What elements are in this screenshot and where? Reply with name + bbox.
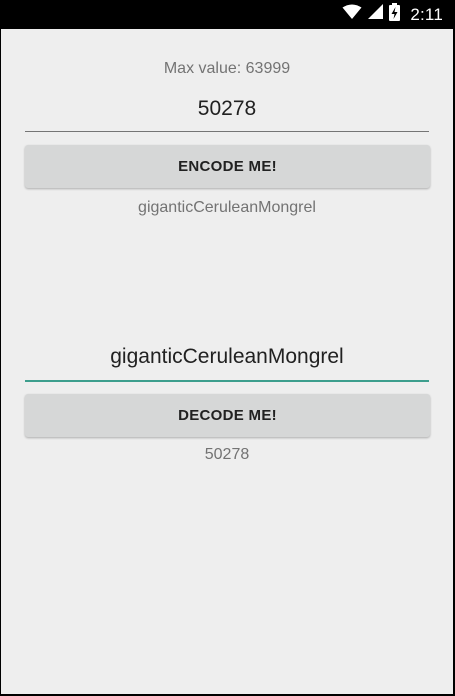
- number-input-value: 50278: [197, 97, 257, 120]
- encode-result: giganticCeruleanMongrel: [138, 199, 316, 216]
- status-bar: 2:11: [0, 0, 455, 29]
- status-time: 2:11: [410, 4, 443, 24]
- battery-charging-icon: [389, 3, 401, 26]
- decode-button[interactable]: DECODE ME!: [25, 394, 430, 437]
- name-input[interactable]: giganticCeruleanMongrel: [25, 345, 429, 382]
- wifi-icon: [342, 4, 362, 25]
- decode-result: 50278: [204, 446, 250, 463]
- number-input[interactable]: 50278: [25, 97, 429, 132]
- status-icons: 2:11: [342, 0, 443, 29]
- signal-icon: [368, 4, 384, 25]
- encode-button[interactable]: ENCODE ME!: [25, 145, 430, 188]
- max-value-label: Max value: 63999: [163, 60, 291, 77]
- name-input-value: giganticCeruleanMongrel: [110, 345, 344, 368]
- app-content: Max value: 63999 50278 ENCODE ME! gigant…: [1, 29, 453, 694]
